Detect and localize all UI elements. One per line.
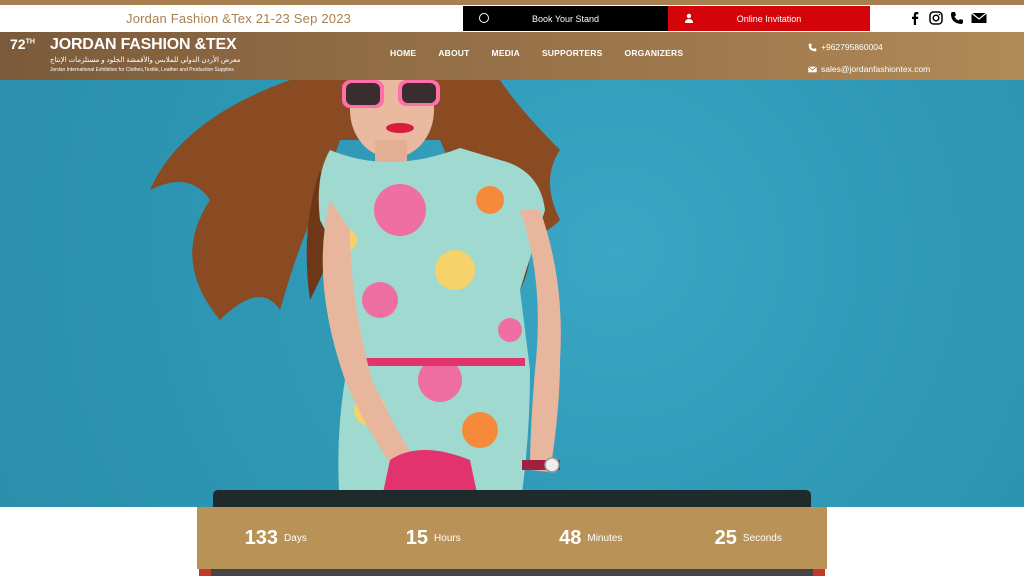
countdown-hours: 15 Hours <box>405 526 461 549</box>
countdown-top-bar <box>213 490 811 508</box>
countdown-days: 133 Days <box>244 526 307 549</box>
nav-about[interactable]: ABOUT <box>438 48 469 58</box>
hero-banner <box>0 80 1024 507</box>
logo-arabic-tagline: معرض الأردن الدولي للملابس والأقمشة الجل… <box>50 57 241 64</box>
email-icon[interactable] <box>971 11 987 25</box>
online-invitation-label: Online Invitation <box>736 13 802 24</box>
logo-edition: 72TH <box>10 36 35 52</box>
countdown-seconds: 25 Seconds <box>714 526 782 549</box>
book-stand-button[interactable]: Book Your Stand <box>463 6 668 31</box>
phone-icon <box>808 43 817 51</box>
email-icon <box>808 65 817 72</box>
book-stand-label: Book Your Stand <box>531 13 600 24</box>
main-nav: HOME ABOUT MEDIA SUPPORTERS ORGANIZERS <box>390 48 683 58</box>
contact-email[interactable]: sales@jordanfashiontex.com <box>808 58 930 80</box>
contact-phone[interactable]: +962795860004 <box>808 36 930 58</box>
nav-organizers[interactable]: ORGANIZERS <box>625 48 684 58</box>
event-title: Jordan Fashion &Tex 21-23 Sep 2023 <box>126 11 352 26</box>
hero-model-image <box>150 80 561 507</box>
phone-icon[interactable] <box>950 11 964 25</box>
nav-media[interactable]: MEDIA <box>492 48 520 58</box>
logo-english-tagline: Jordan International Exhibition for Clot… <box>50 67 234 73</box>
countdown-minutes: 48 Minutes <box>559 526 623 549</box>
countdown-timer: 133 Days 15 Hours 48 Minutes 25 Seconds <box>197 507 827 569</box>
contact-info: +962795860004 sales@jordanfashiontex.com <box>808 36 930 80</box>
logo-brand: JORDAN FASHION &TEX <box>50 36 237 53</box>
facebook-icon[interactable] <box>908 11 922 25</box>
user-icon <box>685 13 693 23</box>
instagram-icon[interactable] <box>929 11 943 25</box>
countdown-bottom-bar <box>199 569 825 576</box>
social-links <box>908 11 987 25</box>
site-logo[interactable]: 72TH JORDAN FASHION &TEX معرض الأردن الد… <box>4 34 254 78</box>
main-header: 72TH JORDAN FASHION &TEX معرض الأردن الد… <box>0 32 1024 80</box>
nav-supporters[interactable]: SUPPORTERS <box>542 48 603 58</box>
top-bar: Jordan Fashion &Tex 21-23 Sep 2023 Book … <box>0 0 1024 32</box>
online-invitation-button[interactable]: Online Invitation <box>668 6 870 31</box>
nav-home[interactable]: HOME <box>390 48 416 58</box>
globe-icon <box>479 13 489 23</box>
